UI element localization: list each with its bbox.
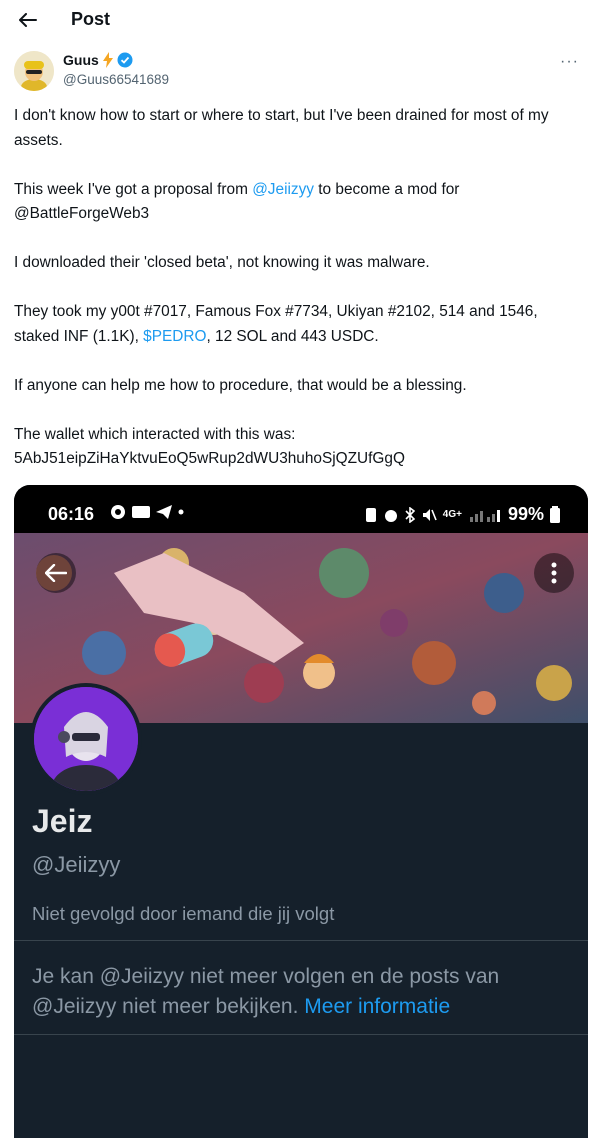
status-right-icons: 4G+ 99% xyxy=(365,504,560,525)
profile-avatar[interactable] xyxy=(30,683,142,795)
post-author: Guus @Guus66541689 ··· xyxy=(14,51,579,93)
more-info-link[interactable]: Meer informatie xyxy=(304,995,450,1018)
ring-icon xyxy=(132,506,150,518)
app-icon xyxy=(111,505,125,519)
post-paragraph: I downloaded their 'closed beta', not kn… xyxy=(14,254,430,271)
wallet-address: 5AbJ51eipZiHaYktvuEoQ5wRup2dWU3huhoSjQZU… xyxy=(14,450,405,467)
signal-icon xyxy=(469,509,500,522)
author-name[interactable]: Guus xyxy=(63,52,99,68)
text-span: This week I've got a proposal from xyxy=(14,180,253,198)
top-bar: Post xyxy=(0,0,593,40)
text-span: , 12 SOL and 443 USDC. xyxy=(206,327,379,345)
divider xyxy=(14,940,588,941)
author-avatar[interactable] xyxy=(14,51,54,91)
post-paragraph: This week I've got a proposal from @Jeii… xyxy=(14,178,580,227)
post-paragraph: If anyone can help me how to procedure, … xyxy=(14,376,467,394)
telegram-icon xyxy=(156,505,172,519)
page-title: Post xyxy=(71,9,111,29)
status-time: 06:16 xyxy=(48,504,95,524)
attached-screenshot[interactable]: 06:16 4G+ 99% Jeiz @Jeiizyy Niet gevolgd… xyxy=(14,485,588,1138)
back-arrow-icon xyxy=(19,13,37,27)
post-paragraph: I don't know how to start or where to st… xyxy=(14,107,549,149)
post-text: I don't know how to start or where to st… xyxy=(14,104,580,472)
mute-icon xyxy=(422,508,437,521)
profile-handle: @Jeiizyy xyxy=(32,852,121,877)
banner-back-button[interactable] xyxy=(36,553,76,593)
phone-status-bar: 06:16 4G+ 99% xyxy=(14,485,588,533)
followed-by-text: Niet gevolgd door iemand die jij volgt xyxy=(32,903,335,924)
mention-link[interactable]: @Jeiizyy xyxy=(252,181,314,198)
blocked-notice: Je kan @Jeiizyy niet meer volgen en de p… xyxy=(32,962,572,1022)
status-left-icons xyxy=(110,504,184,520)
verified-badge-icon xyxy=(117,52,133,68)
network-label: 4G+ xyxy=(442,509,462,520)
battery-percent: 99% xyxy=(507,504,544,524)
alarm-icon xyxy=(384,509,397,522)
banner-more-button[interactable] xyxy=(534,553,574,593)
battery-icon xyxy=(550,506,560,523)
dot-icon xyxy=(178,509,184,515)
back-button[interactable] xyxy=(14,6,42,34)
cashtag-link[interactable]: $PEDRO xyxy=(143,328,206,345)
back-arrow-icon xyxy=(45,564,67,582)
sim-icon xyxy=(365,507,376,522)
more-icon[interactable]: ··· xyxy=(560,53,579,71)
author-handle[interactable]: @Guus66541689 xyxy=(63,72,169,87)
lightning-icon xyxy=(102,52,113,68)
divider xyxy=(14,1034,588,1035)
text-span: The wallet which interacted with this wa… xyxy=(14,425,296,443)
post-paragraph: The wallet which interacted with this wa… xyxy=(14,423,580,472)
author-name-row[interactable]: Guus xyxy=(63,52,133,68)
bluetooth-icon xyxy=(405,506,415,523)
more-vertical-icon xyxy=(551,562,557,584)
post-paragraph: They took my y00t #7017, Famous Fox #773… xyxy=(14,300,580,349)
profile-name: Jeiz xyxy=(32,803,93,839)
